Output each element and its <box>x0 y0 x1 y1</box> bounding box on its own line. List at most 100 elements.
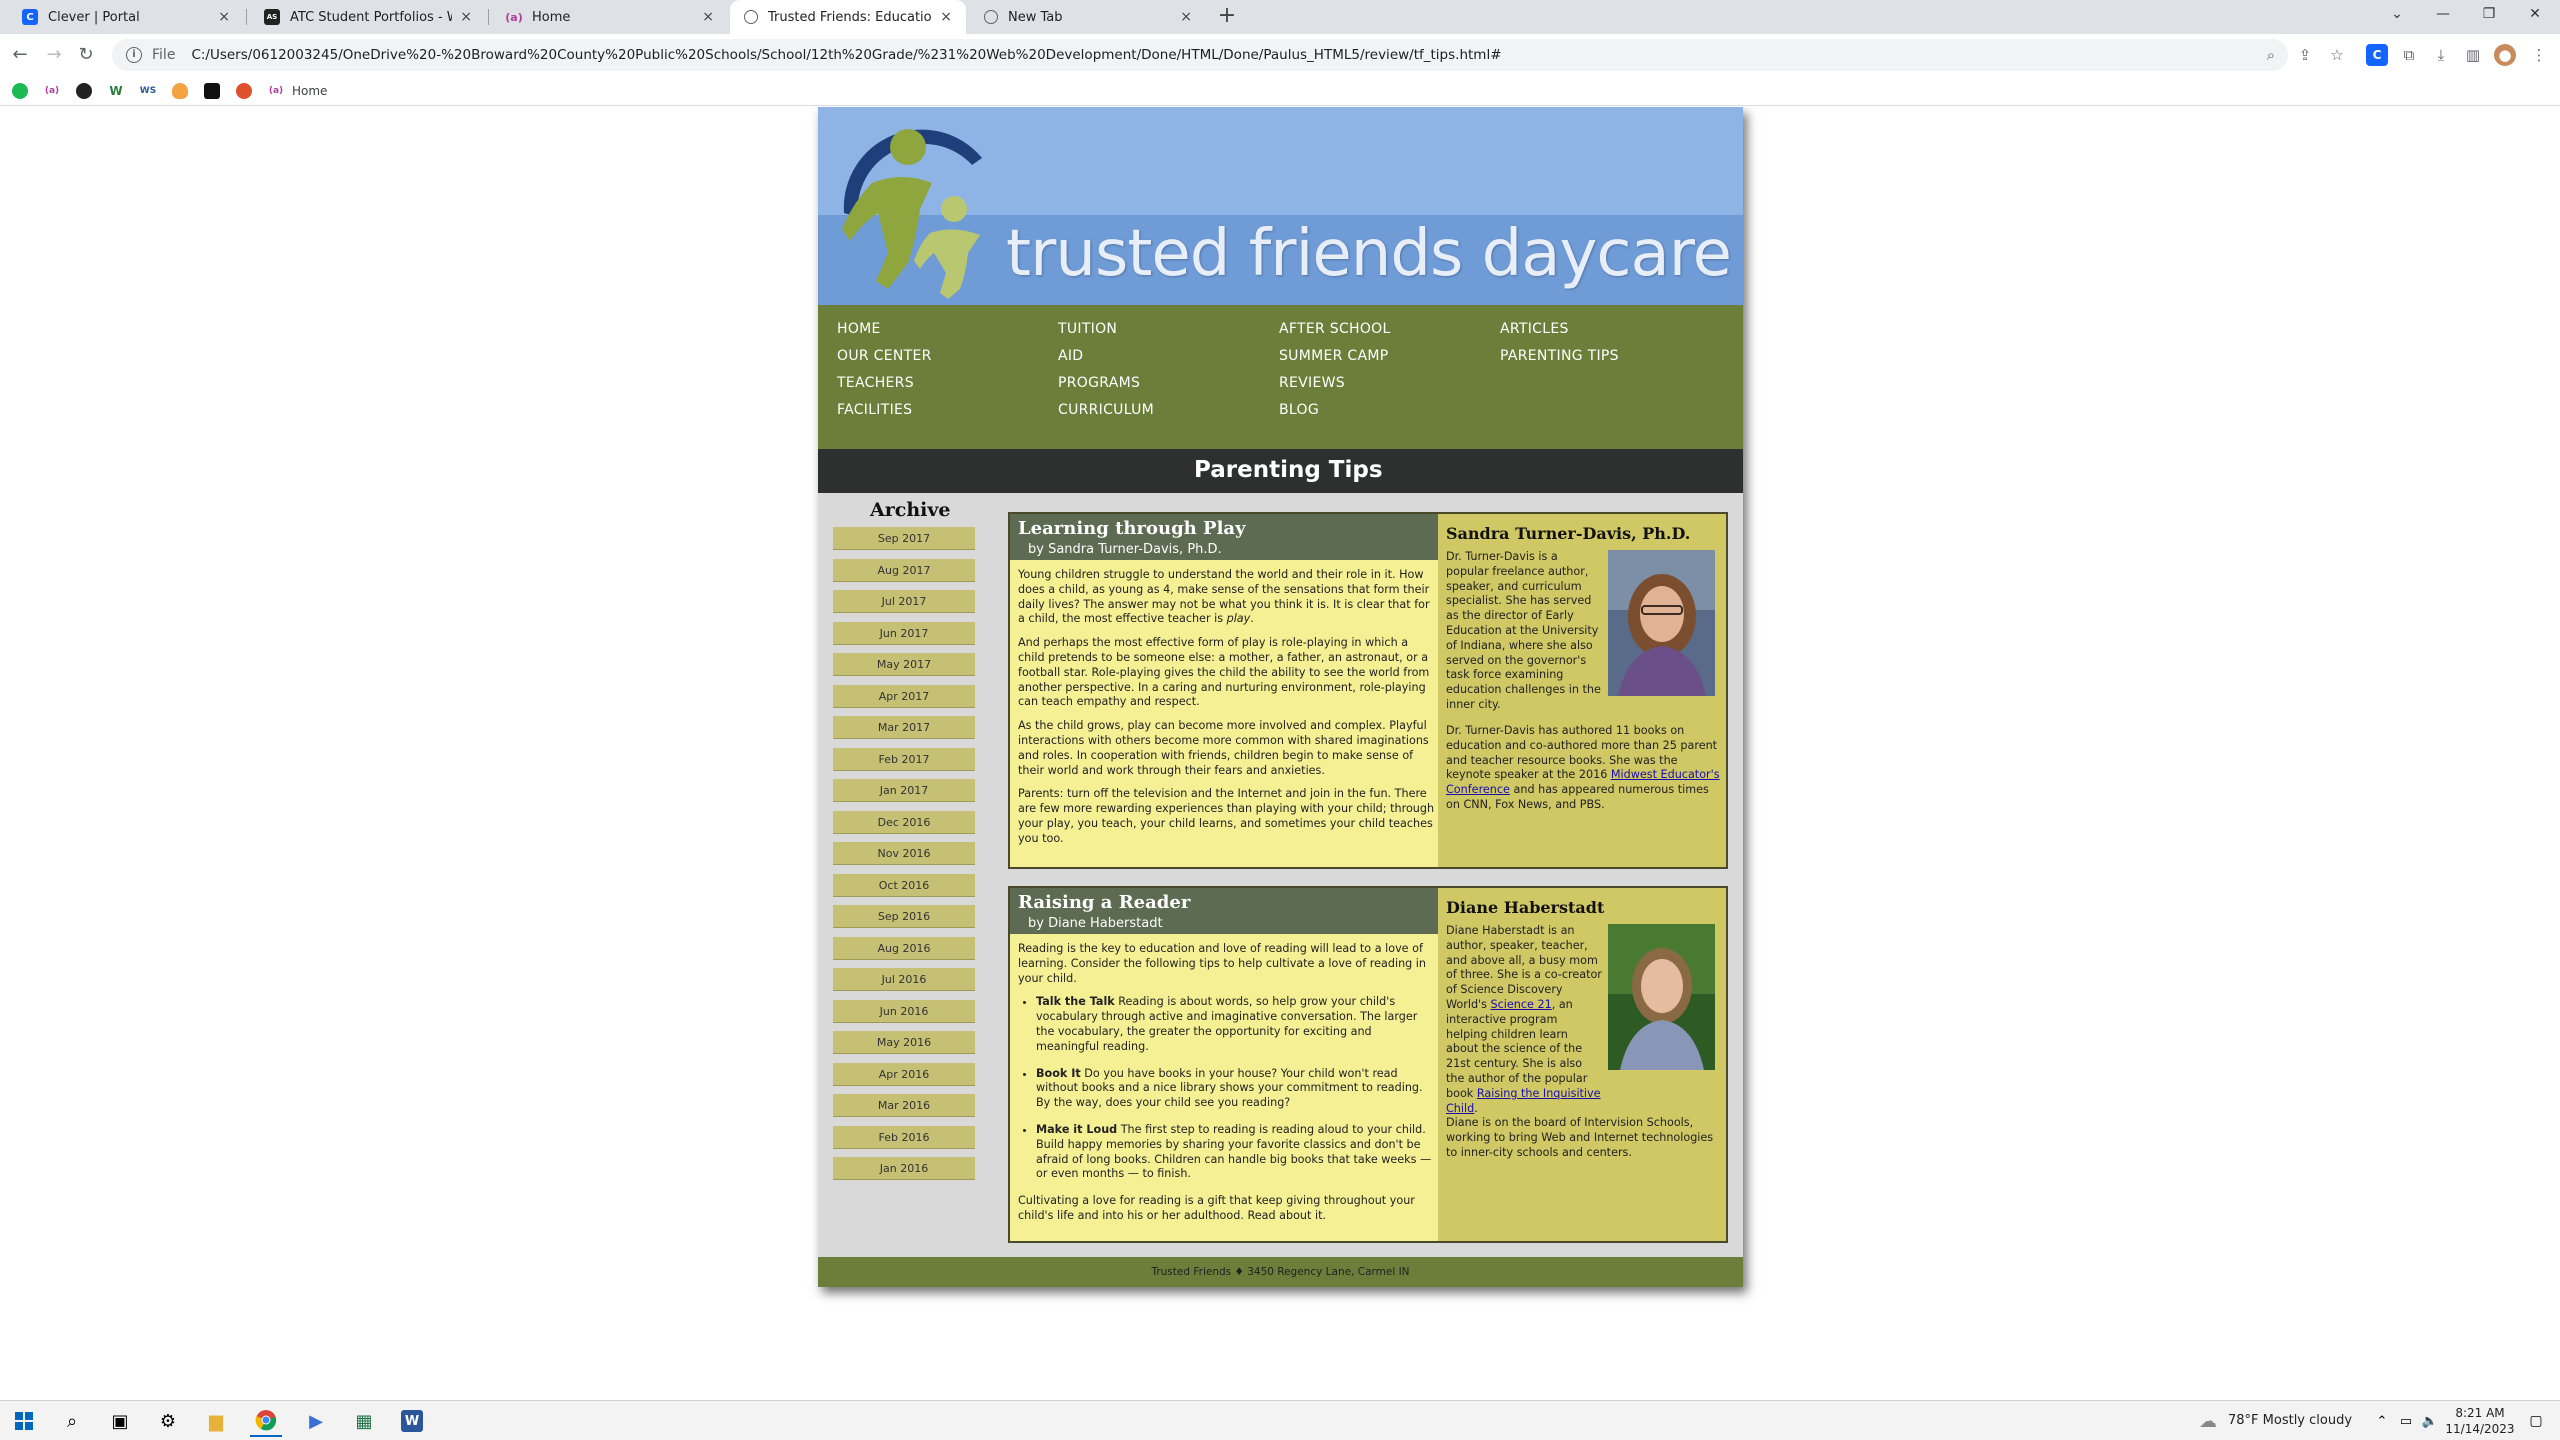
bookmark-spotify[interactable] <box>12 82 28 100</box>
file-explorer-icon[interactable]: ▆ <box>200 1405 232 1437</box>
star-icon[interactable]: ☆ <box>2326 44 2348 66</box>
close-icon[interactable]: × <box>940 9 952 25</box>
nav-home[interactable]: HOME <box>837 321 881 337</box>
bookmark-ws[interactable]: WS <box>140 82 156 100</box>
nav-programs[interactable]: PROGRAMS <box>1058 375 1140 391</box>
nav-parenting-tips[interactable]: PARENTING TIPS <box>1500 348 1619 364</box>
search-icon[interactable]: ⌕ <box>56 1405 88 1437</box>
nav-summer-camp[interactable]: SUMMER CAMP <box>1279 348 1389 364</box>
bookmark-dark[interactable] <box>204 82 220 100</box>
bookmarks-bar: (a) W WS (a) Home <box>0 76 2560 106</box>
github-icon <box>76 83 92 99</box>
clock[interactable]: 8:21 AM 11/14/2023 <box>2440 1405 2520 1437</box>
tab-home[interactable]: (a) Home × <box>492 0 728 34</box>
archive-link[interactable]: May 2016 <box>833 1031 975 1054</box>
forward-icon[interactable]: → <box>40 41 68 69</box>
address-bar[interactable]: i File C:/Users/0612003245/OneDrive%20-%… <box>112 39 2288 71</box>
weather-icon[interactable]: ☁ <box>2192 1405 2224 1437</box>
tab-clever[interactable]: C Clever | Portal × <box>8 0 244 34</box>
weather-text[interactable]: 78°F Mostly cloudy <box>2228 1413 2352 1428</box>
zoom-icon[interactable]: ⌕ <box>2260 44 2282 66</box>
archive-link[interactable]: Jul 2017 <box>833 590 975 613</box>
nav-facilities[interactable]: FACILITIES <box>837 402 912 418</box>
bookmark-dark-icon <box>204 83 220 99</box>
extensions-icon[interactable]: ⧉ <box>2398 44 2420 66</box>
bookmark-home[interactable]: (a) Home <box>268 82 328 100</box>
archive-link[interactable]: Sep 2016 <box>833 905 975 928</box>
tab-search-icon[interactable]: ⌄ <box>2374 0 2420 30</box>
bookmark-a[interactable]: (a) <box>44 82 60 100</box>
archive-link[interactable]: Oct 2016 <box>833 873 975 897</box>
archive-link[interactable]: Aug 2017 <box>833 558 975 582</box>
a-icon: (a) <box>505 10 523 24</box>
download-icon[interactable]: ⤓ <box>2430 44 2452 66</box>
globe-icon <box>744 10 758 24</box>
globe-icon <box>984 10 998 24</box>
nav-curriculum[interactable]: CURRICULUM <box>1058 402 1154 418</box>
archive-link[interactable]: Sep 2017 <box>833 527 975 550</box>
archive-link[interactable]: May 2017 <box>833 653 975 676</box>
archive-link[interactable]: Mar 2016 <box>833 1094 975 1117</box>
avatar[interactable]: ● <box>2494 44 2516 66</box>
archive-link[interactable]: Jun 2017 <box>833 621 975 645</box>
science-21-link[interactable]: Science 21 <box>1491 998 1552 1011</box>
archive-link[interactable]: Apr 2017 <box>833 684 975 708</box>
settings-icon[interactable]: ⚙ <box>152 1405 184 1437</box>
archive-link[interactable]: Feb 2016 <box>833 1125 975 1149</box>
archive-link[interactable]: Mar 2017 <box>833 716 975 739</box>
start-icon[interactable] <box>8 1405 40 1437</box>
nav-after-school[interactable]: AFTER SCHOOL <box>1279 321 1391 337</box>
archive-link[interactable]: Jun 2016 <box>833 999 975 1023</box>
banner: trusted friends daycare <box>818 107 1743 305</box>
bookmark-flame[interactable] <box>172 82 188 100</box>
tab-new-tab[interactable]: New Tab × <box>970 0 1206 34</box>
nav-articles[interactable]: ARTICLES <box>1500 321 1569 337</box>
menu-icon[interactable]: ⋮ <box>2528 44 2550 66</box>
archive-link[interactable]: Dec 2016 <box>833 810 975 834</box>
close-icon[interactable]: × <box>1180 9 1192 25</box>
reload-icon[interactable]: ↻ <box>72 41 100 69</box>
tab-atc-portfolios[interactable]: AS ATC Student Portfolios - Web De × <box>250 0 486 34</box>
close-icon[interactable]: × <box>218 9 230 25</box>
archive-link[interactable]: Feb 2017 <box>833 747 975 771</box>
nav-our-center[interactable]: OUR CENTER <box>837 348 932 364</box>
nav-tuition[interactable]: TUITION <box>1058 321 1117 337</box>
article-paragraph: Young children struggle to understand th… <box>1018 568 1430 626</box>
task-view-icon[interactable]: ▣ <box>104 1405 136 1437</box>
archive-link[interactable]: Nov 2016 <box>833 842 975 865</box>
new-tab-button[interactable]: + <box>1214 4 1240 30</box>
media-player-icon[interactable]: ▶ <box>300 1405 332 1437</box>
chrome-icon[interactable] <box>250 1405 282 1437</box>
url-text[interactable]: C:/Users/0612003245/OneDrive%20-%20Browa… <box>191 47 2288 63</box>
close-window-icon[interactable]: ✕ <box>2512 0 2558 30</box>
nav-aid[interactable]: AID <box>1058 348 1083 364</box>
archive-link[interactable]: Jan 2017 <box>833 779 975 802</box>
archive-link[interactable]: Aug 2016 <box>833 936 975 960</box>
notification-icon[interactable]: ▢ <box>2520 1405 2552 1437</box>
sheets-icon[interactable]: ▦ <box>348 1405 380 1437</box>
back-icon[interactable]: ← <box>6 41 34 69</box>
author-name: Sandra Turner-Davis, Ph.D. <box>1446 524 1691 543</box>
close-icon[interactable]: × <box>702 9 714 25</box>
bookmark-ball[interactable] <box>236 82 252 100</box>
bookmark-w[interactable]: W <box>108 82 124 100</box>
archive-link[interactable]: Jan 2016 <box>833 1157 975 1180</box>
archive-link[interactable]: Apr 2016 <box>833 1062 975 1086</box>
nav-teachers[interactable]: TEACHERS <box>837 375 914 391</box>
info-icon[interactable]: i <box>126 47 142 63</box>
close-icon[interactable]: × <box>460 9 472 25</box>
nav-blog[interactable]: BLOG <box>1279 402 1319 418</box>
sidepanel-icon[interactable]: ▥ <box>2462 44 2484 66</box>
tab-trusted-friends[interactable]: Trusted Friends: Education Tips × <box>730 0 966 34</box>
archive-link[interactable]: Jul 2016 <box>833 968 975 991</box>
share-icon[interactable]: ⇪ <box>2294 44 2316 66</box>
minimize-icon[interactable]: — <box>2420 0 2466 30</box>
nav-reviews[interactable]: REVIEWS <box>1279 375 1345 391</box>
restore-icon[interactable]: ❐ <box>2466 0 2512 30</box>
clever-extension-icon[interactable]: C <box>2366 44 2388 66</box>
tab-title: Clever | Portal <box>48 9 140 25</box>
ws-icon: WS <box>139 86 157 96</box>
bookmark-github[interactable] <box>76 82 92 100</box>
article-paragraph: Reading is the key to education and love… <box>1018 942 1427 985</box>
word-icon[interactable]: W <box>396 1405 428 1437</box>
